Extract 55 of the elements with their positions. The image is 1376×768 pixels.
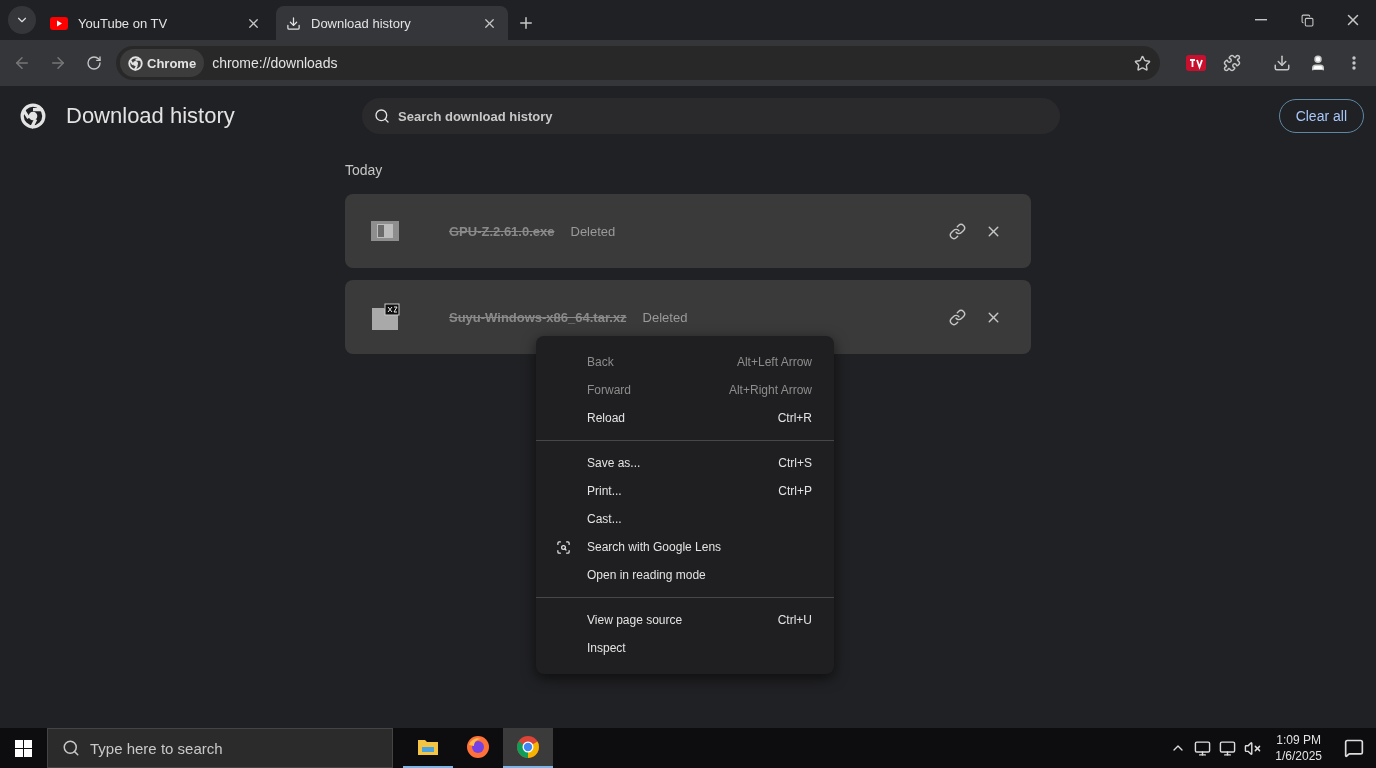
chrome-icon	[516, 735, 540, 759]
taskbar-app[interactable]	[503, 728, 553, 768]
search-field[interactable]: Search download history	[362, 98, 1060, 134]
fox-globe-icon	[466, 735, 490, 759]
section-heading: Today	[345, 162, 384, 178]
menu-item[interactable]: Inspect	[536, 634, 834, 662]
clock: 1:09 PM 1/6/2025	[1275, 732, 1322, 764]
minimize-icon	[1255, 19, 1267, 21]
menu-item[interactable]: Search with Google Lens	[536, 533, 834, 561]
chrome-logo-icon	[20, 103, 46, 129]
tab-list-button[interactable]	[8, 6, 36, 34]
taskbar-search-field[interactable]: Type here to search	[47, 728, 393, 768]
notifications-icon	[1344, 738, 1364, 758]
file-name: GPU-Z.2.61.0.exe	[449, 223, 555, 239]
menu-icon	[1352, 56, 1356, 70]
chrome-logo-icon	[128, 55, 143, 71]
menu-item[interactable]: Save as... Ctrl+S	[536, 449, 834, 477]
menu-item[interactable]: Open in reading mode	[536, 561, 834, 589]
download-status: Deleted	[642, 309, 689, 325]
network-icon	[1219, 739, 1237, 757]
address-bar[interactable]: Chrome chrome://downloads	[116, 46, 1160, 80]
link-icon	[948, 222, 966, 240]
folder-icon	[417, 738, 439, 756]
download-icon	[1273, 54, 1291, 72]
monitor-icon	[1194, 739, 1212, 757]
link-icon	[948, 308, 966, 326]
puzzle-icon	[1223, 54, 1241, 72]
site-chip[interactable]: Chrome	[120, 49, 205, 77]
url-text: chrome://downloads	[212, 55, 339, 71]
browser-tab[interactable]: YouTube on TV	[40, 6, 272, 40]
search-icon	[62, 739, 80, 757]
search-placeholder: Type here to search	[90, 739, 223, 757]
archive-file-icon	[369, 302, 401, 332]
download-status: Deleted	[570, 223, 617, 239]
restore-icon	[1300, 13, 1314, 27]
menu-item[interactable]: Cast...	[536, 505, 834, 533]
tab-title: Download history	[311, 15, 412, 31]
volume-muted-icon	[1244, 739, 1262, 757]
menu-item[interactable]: View page source Ctrl+U	[536, 606, 834, 634]
tv-badge-icon	[1186, 55, 1206, 71]
lens-icon	[556, 539, 571, 555]
video-play-icon	[50, 16, 68, 30]
plus-icon	[517, 14, 535, 32]
menu-item[interactable]: Reload Ctrl+R	[536, 404, 834, 432]
download-icon	[286, 15, 301, 31]
reload-icon	[86, 55, 102, 71]
tab-title: YouTube on TV	[78, 15, 169, 31]
menu-item[interactable]: Print... Ctrl+P	[536, 477, 834, 505]
page-title: Download history	[66, 103, 235, 129]
windows-logo-icon	[14, 739, 32, 757]
browser-tab[interactable]: Download history	[276, 6, 508, 40]
star-icon	[1133, 54, 1151, 72]
person-icon	[1309, 54, 1327, 72]
file-name: Suyu-Windows-x86_64.tar.xz	[449, 309, 627, 325]
forward-arrow-icon	[49, 54, 67, 72]
